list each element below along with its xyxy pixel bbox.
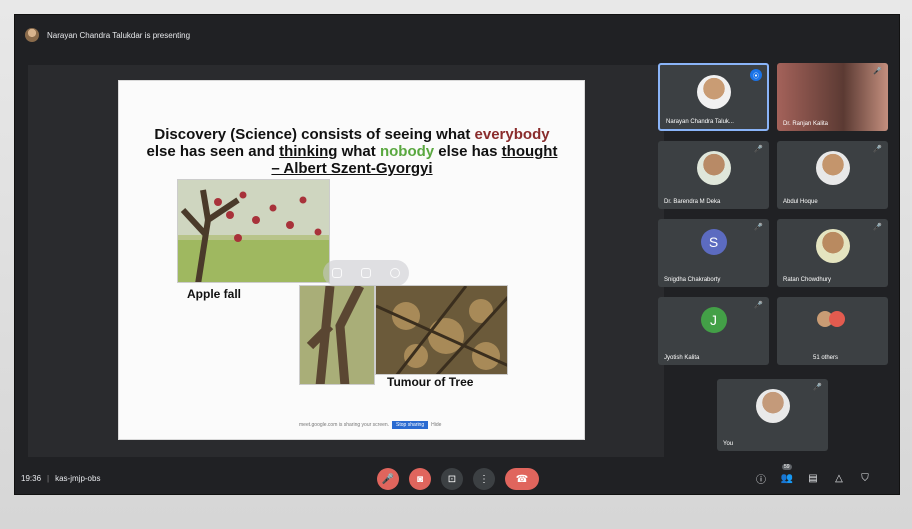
mic-button[interactable]: 🎤 bbox=[377, 468, 399, 490]
mic-off-icon: 🎤 bbox=[381, 473, 395, 485]
self-avatar bbox=[755, 389, 790, 423]
info-icon: ⓘ bbox=[756, 474, 766, 486]
camera-off-icon: ◙ bbox=[416, 473, 424, 485]
more-options-button[interactable]: ⋮ bbox=[473, 468, 495, 490]
participant-name: Narayan Chandra Taluk... bbox=[666, 119, 734, 125]
hide-button[interactable]: Hide bbox=[431, 422, 441, 428]
quote-word-nobody: nobody bbox=[379, 143, 435, 160]
participant-tile[interactable]: 🎤 Ratan Chowdhury bbox=[777, 219, 888, 287]
others-count: 51 others bbox=[813, 355, 839, 361]
quote-text: else has seen and bbox=[146, 143, 280, 160]
chat-button[interactable]: ▤ bbox=[805, 470, 821, 486]
quote-text: else has bbox=[434, 143, 502, 160]
quote-word-everybody: everybody bbox=[474, 126, 550, 143]
mic-off-icon: 🎤 bbox=[813, 384, 822, 391]
photo-frame: Narayan Chandra Talukdar is presenting D… bbox=[0, 0, 912, 529]
participant-tile[interactable]: 🎤 Dr. Barendra M Deka bbox=[658, 141, 769, 209]
mic-off-icon: 🎤 bbox=[754, 224, 763, 231]
slide-quote: Discovery (Science) consists of seeing w… bbox=[127, 126, 577, 177]
tree-tumour-image bbox=[375, 285, 508, 375]
participant-name: You bbox=[723, 441, 734, 447]
leave-call-button[interactable]: ☎ bbox=[505, 468, 539, 490]
presenter-avatar bbox=[25, 28, 39, 42]
meeting-info: 19:36 | kas-jmjp-obs bbox=[21, 474, 100, 483]
participant-avatar bbox=[815, 229, 850, 263]
shared-slide: Discovery (Science) consists of seeing w… bbox=[118, 80, 585, 440]
participant-initial: S bbox=[700, 229, 727, 255]
presenter-controls bbox=[323, 260, 409, 286]
sharing-text: meet.google.com is sharing your screen. bbox=[299, 422, 390, 428]
top-bar: Narayan Chandra Talukdar is presenting bbox=[15, 15, 899, 55]
meet-window: Narayan Chandra Talukdar is presenting D… bbox=[14, 14, 900, 495]
mic-off-icon: 🎤 bbox=[873, 68, 882, 75]
people-button[interactable]: 59 👥 bbox=[779, 464, 795, 486]
meeting-details-button[interactable]: ⓘ bbox=[753, 470, 769, 486]
participant-avatar bbox=[696, 151, 731, 185]
chat-icon: ▤ bbox=[808, 472, 818, 484]
quote-author: – Albert Szent-Gyorgyi bbox=[271, 160, 433, 177]
participant-avatar bbox=[829, 311, 845, 327]
participant-name: Ratan Chowdhury bbox=[783, 277, 832, 283]
people-icon: 👥 bbox=[780, 472, 794, 484]
speaking-icon: ⦿ bbox=[750, 69, 762, 81]
mic-off-icon: 🎤 bbox=[873, 146, 882, 153]
divider: | bbox=[47, 473, 50, 483]
bottom-bar: 19:36 | kas-jmjp-obs 🎤 ◙ ⊡ ⋮ ☎ ⓘ 59 👥 ▤ … bbox=[15, 460, 899, 496]
shield-icon: ⛉ bbox=[861, 472, 869, 484]
participant-avatar bbox=[696, 75, 731, 109]
participant-count-badge: 59 bbox=[782, 464, 792, 470]
caption-apple: Apple fall bbox=[187, 287, 242, 301]
more-vert-icon: ⋮ bbox=[479, 473, 489, 485]
camera-button[interactable]: ◙ bbox=[409, 468, 431, 490]
tree-trunk-image bbox=[299, 285, 375, 385]
others-tile[interactable]: 51 others bbox=[777, 297, 888, 365]
quote-text: what bbox=[337, 143, 380, 160]
participant-tile[interactable]: ⦿ Narayan Chandra Taluk... bbox=[658, 63, 769, 131]
participant-initial: J bbox=[700, 307, 727, 333]
remove-icon[interactable] bbox=[389, 268, 400, 278]
mic-off-icon: 🎤 bbox=[754, 146, 763, 153]
sharing-notice: meet.google.com is sharing your screen. … bbox=[299, 421, 441, 429]
participant-name: Dr. Barendra M Deka bbox=[664, 199, 721, 205]
quote-word-thought: thought bbox=[501, 143, 558, 160]
stop-sharing-button[interactable]: Stop sharing bbox=[392, 421, 429, 429]
mic-off-icon: 🎤 bbox=[754, 302, 763, 309]
call-end-icon: ☎ bbox=[515, 473, 529, 485]
apple-tree-image bbox=[177, 179, 330, 283]
participant-name: Abdul Hoque bbox=[783, 199, 818, 205]
mute-presenter-icon[interactable] bbox=[360, 268, 371, 278]
participant-avatar bbox=[815, 151, 850, 185]
host-controls-button[interactable]: ⛉ bbox=[857, 470, 873, 486]
clock: 19:36 bbox=[21, 473, 42, 483]
quote-word-thinking: thinking bbox=[279, 143, 338, 160]
present-button[interactable]: ⊡ bbox=[441, 468, 463, 490]
self-tile[interactable]: 🎤 You bbox=[717, 379, 828, 451]
quote-text: Discovery (Science) consists of seeing w… bbox=[154, 126, 475, 143]
participant-name: Dr. Ranjan Kalita bbox=[783, 121, 829, 127]
participant-name: Jyotish Kalita bbox=[664, 355, 700, 361]
pin-icon[interactable] bbox=[332, 268, 343, 278]
participant-tile[interactable]: 🎤 Dr. Ranjan Kalita bbox=[777, 63, 888, 131]
presenting-label: Narayan Chandra Talukdar is presenting bbox=[47, 30, 191, 40]
present-icon: ⊡ bbox=[447, 473, 457, 485]
meeting-code: kas-jmjp-obs bbox=[55, 473, 101, 483]
caption-tumour: Tumour of Tree bbox=[387, 375, 474, 389]
presentation-area: Discovery (Science) consists of seeing w… bbox=[28, 65, 664, 457]
mic-off-icon: 🎤 bbox=[873, 224, 882, 231]
participant-name: Snigdha Chakraborty bbox=[664, 277, 721, 283]
activities-icon: △ bbox=[835, 472, 843, 484]
participant-tile[interactable]: J 🎤 Jyotish Kalita bbox=[658, 297, 769, 365]
activities-button[interactable]: △ bbox=[831, 470, 847, 486]
participant-tile[interactable]: 🎤 Abdul Hoque bbox=[777, 141, 888, 209]
participant-tile[interactable]: S 🎤 Snigdha Chakraborty bbox=[658, 219, 769, 287]
